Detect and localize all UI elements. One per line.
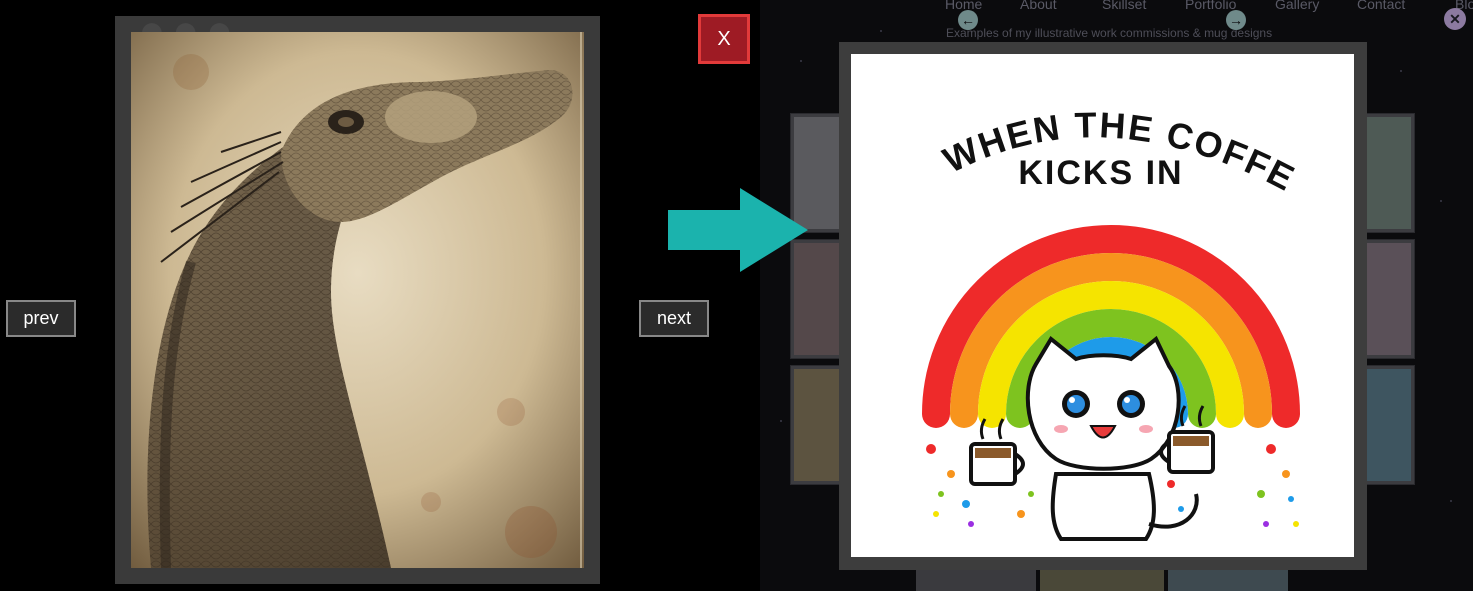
background-star bbox=[1440, 200, 1442, 202]
close-button[interactable]: X bbox=[698, 14, 750, 64]
lizard-illustration bbox=[131, 32, 584, 568]
nav-skillset[interactable]: Skillset bbox=[1102, 0, 1185, 12]
page-subtitle: Examples of my illustrative work commiss… bbox=[946, 26, 1273, 40]
next-button[interactable]: next bbox=[639, 300, 709, 337]
nav-about[interactable]: About bbox=[1020, 0, 1102, 12]
background-star bbox=[800, 60, 802, 62]
nav-contact[interactable]: Contact bbox=[1357, 0, 1455, 12]
design-text-line2: KICKS IN bbox=[1018, 154, 1183, 192]
nav-gallery[interactable]: Gallery bbox=[1275, 0, 1357, 12]
background-star bbox=[780, 420, 782, 422]
nav-home[interactable]: Home bbox=[945, 0, 1020, 12]
lizard-drawing-image bbox=[131, 32, 584, 568]
close-icon[interactable]: ✕ bbox=[1444, 8, 1466, 30]
background-star bbox=[880, 30, 882, 32]
coffee-cat-rainbow-illustration: WHEN THE COFFEE KICKS IN bbox=[851, 54, 1300, 541]
arrow-right-icon[interactable]: → bbox=[1226, 10, 1246, 30]
arrow-right-icon bbox=[668, 188, 808, 272]
coffee-mug-design-image: WHEN THE COFFEE KICKS IN bbox=[851, 54, 1354, 557]
background-star bbox=[1400, 70, 1402, 72]
arrow-left-icon[interactable]: ← bbox=[958, 10, 978, 30]
top-nav: Home About Skillset Portfolio Gallery Co… bbox=[945, 0, 1473, 12]
nav-portfolio[interactable]: Portfolio bbox=[1185, 0, 1275, 12]
screen: ●●● prev next X Home About Skillset Port… bbox=[0, 0, 1473, 591]
background-star bbox=[1450, 500, 1452, 502]
prev-button[interactable]: prev bbox=[6, 300, 76, 337]
